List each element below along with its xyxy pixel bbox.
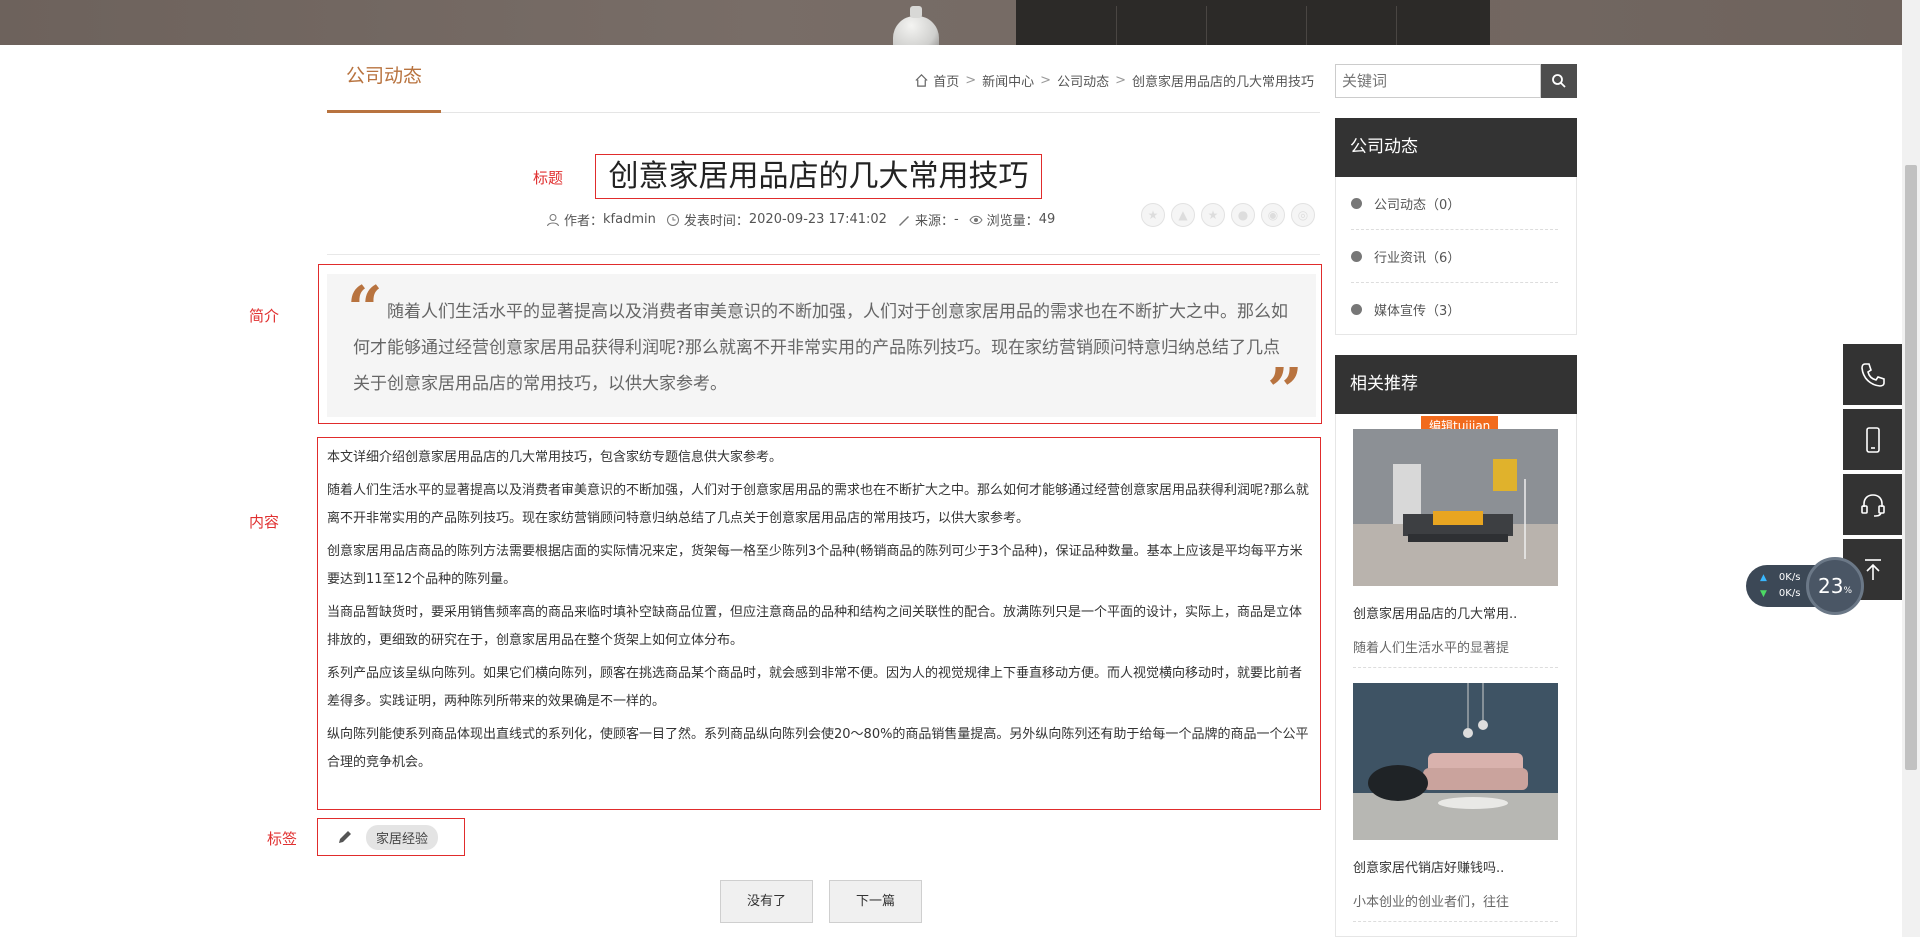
category-label: 媒体宣传（3） [1374, 304, 1461, 319]
user-icon [547, 213, 559, 226]
time-value: 2020-09-23 17:41:02 [748, 212, 887, 227]
recommend-divider [1353, 921, 1558, 922]
search-icon [1552, 74, 1566, 88]
recommend-title[interactable]: 创意家居代销店好赚钱吗.. [1353, 857, 1558, 876]
annotation-summary: 简介 [249, 307, 280, 325]
download-arrow-icon: ▼ [1760, 588, 1767, 599]
annotation-content: 内容 [249, 513, 280, 531]
phone-icon [1860, 362, 1885, 387]
upload-arrow-icon: ▲ [1760, 572, 1767, 583]
breadcrumb-home[interactable]: 首页 [933, 71, 959, 90]
breadcrumb-news-center[interactable]: 新闻中心 [982, 71, 1034, 90]
article-meta: 作者： kfadmin 发表时间： 2020-09-23 17:41:02 来源… [546, 210, 1055, 229]
download-speed: 0K/s [1778, 588, 1801, 599]
article-title: 创意家居用品店的几大常用技巧 [595, 154, 1042, 199]
content-paragraph: 创意家居用品店商品的陈列方法需要根据店面的实际情况来定，货架每一格至少陈列3个品… [327, 544, 1303, 587]
cpu-value: 23 [1817, 574, 1844, 598]
content-paragraph: 纵向陈列能使系列商品体现出直线式的系列化，使顾客一目了然。系列商品纵向陈列会使2… [327, 727, 1309, 770]
source-label: 来源： [914, 214, 954, 229]
share-star-icon[interactable]: ★ [1201, 203, 1225, 227]
share-wechat-icon[interactable]: ◎ [1291, 203, 1315, 227]
author-value: kfadmin [603, 212, 656, 227]
search-input[interactable] [1335, 64, 1541, 98]
category-label: 行业资讯（6） [1374, 250, 1461, 266]
category-label: 公司动态（0） [1374, 197, 1461, 213]
breadcrumb-separator: > [965, 73, 977, 88]
source-value: - [953, 212, 959, 227]
breadcrumb-current: 创意家居用品店的几大常用技巧 [1131, 75, 1314, 90]
recommend-title[interactable]: 创意家居用品店的几大常用.. [1353, 603, 1558, 622]
float-mobile-button[interactable] [1843, 409, 1902, 470]
category-list: 公司动态（0） 行业资讯（6） 媒体宣传（3） [1335, 177, 1577, 335]
section-tabbar: 公司动态 首页 > 新闻中心 > 公司动态 > 创意家居用品店的几大常用技巧 [327, 55, 1320, 113]
banner-sofa [1016, 0, 1490, 45]
pen-icon [898, 215, 909, 226]
share-bar: ★ ▲ ★ ● ◉ ◎ [1141, 203, 1321, 227]
tab-company-news[interactable]: 公司动态 [327, 55, 441, 113]
share-thumb-icon[interactable]: ▲ [1171, 203, 1195, 227]
top-banner-image [0, 0, 1902, 45]
home-icon [915, 74, 928, 87]
share-qq-icon[interactable]: ● [1231, 203, 1255, 227]
content-paragraph: 本文详细介绍创意家居用品店的几大常用技巧，包含家纺专题信息供大家参考。 [327, 450, 783, 465]
annotation-title: 标题 [533, 169, 564, 187]
scrollbar-thumb[interactable] [1905, 165, 1917, 770]
share-qzone-icon[interactable]: ★ [1141, 203, 1165, 227]
upload-speed: 0K/s [1778, 572, 1801, 583]
eye-icon [969, 215, 983, 224]
breadcrumb: 首页 > 新闻中心 > 公司动态 > 创意家居用品店的几大常用技巧 [914, 71, 1314, 90]
recommend-desc: 随着人们生活水平的显著提 [1353, 641, 1510, 656]
category-item[interactable]: 行业资讯（6） [1351, 230, 1558, 283]
category-item[interactable]: 媒体宣传（3） [1351, 283, 1558, 336]
recommend-item[interactable]: 创意家居用品店的几大常用.. 随着人们生活水平的显著提 [1353, 429, 1558, 656]
content-paragraph: 当商品暂缺货时，要采用销售频率高的商品来临时填补空缺商品位置，但应注意商品的品种… [327, 605, 1303, 648]
cpu-unit: % [1843, 586, 1852, 596]
mobile-icon [1865, 426, 1880, 453]
banner-vase [893, 6, 939, 45]
search-button[interactable] [1541, 64, 1577, 98]
article-content: 本文详细介绍创意家居用品店的几大常用技巧，包含家纺专题信息供大家参考。 随着人们… [317, 437, 1321, 810]
float-phone-button[interactable] [1843, 344, 1902, 405]
recommend-divider [1353, 667, 1558, 668]
cpu-usage-gauge[interactable]: 23% [1806, 557, 1864, 615]
bullet-icon [1351, 250, 1362, 262]
title-divider [327, 254, 1320, 255]
float-service-button[interactable] [1843, 474, 1902, 535]
breadcrumb-separator: > [1115, 73, 1126, 88]
clock-icon [666, 213, 679, 226]
recommend-image[interactable] [1353, 429, 1558, 586]
views-label: 浏览量： [986, 214, 1039, 229]
bullet-icon [1351, 304, 1362, 315]
article-summary: “ 随着人们生活水平的显著提高以及消费者审美意识的不断加强，人们对于创意家居用品… [327, 274, 1316, 426]
tag-pen-icon [339, 831, 351, 843]
bullet-icon [1351, 197, 1362, 209]
tag-item[interactable]: 家居经验 [366, 824, 439, 850]
summary-text: 随着人们生活水平的显著提高以及消费者审美意识的不断加强，人们对于创意家居用品的需… [353, 302, 1288, 394]
next-article-button[interactable]: 下一篇 [829, 880, 922, 923]
author-label: 作者： [564, 214, 604, 229]
views-value: 49 [1038, 212, 1056, 227]
content-paragraph: 随着人们生活水平的显著提高以及消费者审美意识的不断加强，人们对于创意家居用品的需… [327, 483, 1309, 526]
time-label: 发表时间： [683, 214, 749, 229]
content-paragraph: 系列产品应该呈纵向陈列。如果它们横向陈列，顾客在挑选商品某个商品时，就会感到非常… [327, 666, 1303, 709]
recommend-item[interactable]: 创意家居代销店好赚钱吗.. 小本创业的创业者们，往往 [1353, 683, 1558, 910]
breadcrumb-company-news[interactable]: 公司动态 [1057, 71, 1109, 90]
annotation-tags: 标签 [267, 830, 298, 848]
article-tags: 家居经验 [317, 818, 465, 856]
recommend-header: 相关推荐 [1335, 355, 1577, 414]
category-item[interactable]: 公司动态（0） [1351, 177, 1558, 230]
page-scrollbar[interactable] [1902, 0, 1920, 937]
breadcrumb-separator: > [1040, 73, 1052, 88]
quote-close-icon: ” [1267, 354, 1303, 427]
recommend-desc: 小本创业的创业者们，往往 [1353, 895, 1510, 910]
recommend-image[interactable] [1353, 683, 1558, 840]
prev-article-button[interactable]: 没有了 [720, 880, 813, 923]
headset-icon [1860, 493, 1885, 517]
share-weibo-icon[interactable]: ◉ [1261, 203, 1285, 227]
category-header: 公司动态 [1335, 118, 1577, 177]
